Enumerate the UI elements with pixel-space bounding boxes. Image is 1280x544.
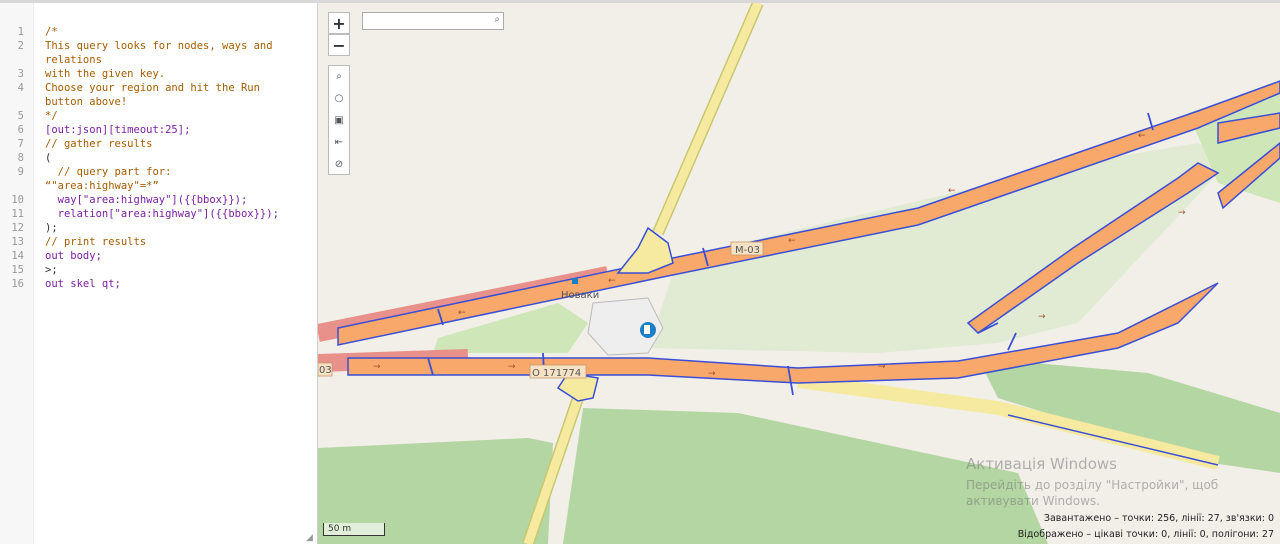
line-number: 16 bbox=[11, 278, 24, 290]
fit-bounds-icon[interactable]: ⇤ bbox=[329, 132, 349, 154]
query-editor[interactable]: 1 2 3 4 5 6 7 8 9 10 11 12 13 14 15 16 /* This query loo… bbox=[0, 3, 318, 544]
code-line[interactable]: This query looks for nodes, ways and bbox=[45, 39, 273, 53]
map-canvas[interactable]: ← ← ← ← ← → → → → → → M-03 03 O 171774 Н… bbox=[318, 3, 1280, 544]
locate-icon[interactable]: ○ bbox=[329, 88, 349, 110]
secondary-road-north-fill bbox=[653, 3, 763, 235]
bus-stop-label: Новаки bbox=[561, 290, 599, 301]
line-number: 10 bbox=[11, 194, 24, 206]
code-line[interactable]: button above! bbox=[45, 95, 127, 109]
line-number: 7 bbox=[17, 138, 24, 150]
line-number: 12 bbox=[11, 222, 24, 234]
line-number: 2 bbox=[17, 40, 24, 52]
zoom-out-button[interactable]: − bbox=[328, 34, 350, 56]
svg-text:←: ← bbox=[788, 236, 796, 246]
export-image-icon[interactable]: ▣ bbox=[329, 110, 349, 132]
forest-area-bottom-mid bbox=[563, 408, 1048, 544]
svg-text:←: ← bbox=[948, 186, 956, 196]
svg-text:→: → bbox=[373, 362, 381, 372]
code-line[interactable]: // gather results bbox=[45, 137, 152, 151]
line-gutter: 1 2 3 4 5 6 7 8 9 10 11 12 13 14 15 16 bbox=[0, 3, 34, 544]
map-toolbox: ⌕ ○ ▣ ⇤ ⊘ bbox=[328, 65, 350, 175]
code-line[interactable]: ); bbox=[45, 221, 58, 235]
code-line[interactable]: [out:json][timeout:25]; bbox=[45, 123, 190, 137]
line-number: 13 bbox=[11, 236, 24, 248]
line-number: 14 bbox=[11, 250, 24, 262]
code-line[interactable]: >; bbox=[45, 263, 58, 277]
line-number: 6 bbox=[17, 124, 24, 136]
svg-text:→: → bbox=[708, 369, 716, 379]
search-icon[interactable]: ⌕ bbox=[494, 14, 500, 25]
scale-bar: 50 m bbox=[323, 523, 385, 536]
svg-text:←: ← bbox=[458, 308, 466, 318]
code-line[interactable]: out body; bbox=[45, 249, 102, 263]
fuel-pump-glyph bbox=[644, 325, 650, 334]
code-line[interactable]: relation["area:highway"]({{bbox}}); bbox=[45, 207, 279, 221]
line-number: 3 bbox=[17, 68, 24, 80]
road-label-m03-left: 03 bbox=[319, 365, 332, 376]
road-label-m03: M-03 bbox=[735, 245, 760, 256]
svg-text:←: ← bbox=[608, 276, 616, 286]
code-line[interactable]: // print results bbox=[45, 235, 146, 249]
road-label-o171: O 171774 bbox=[532, 368, 581, 379]
code-line[interactable]: out skel qt; bbox=[45, 277, 121, 291]
code-line[interactable]: relations bbox=[45, 53, 102, 67]
map-view[interactable]: ← ← ← ← ← → → → → → → M-03 03 O 171774 Н… bbox=[318, 3, 1280, 544]
clear-icon[interactable]: ⊘ bbox=[329, 154, 349, 176]
code-line[interactable]: “"area:highway"=*” bbox=[45, 179, 159, 193]
line-number: 1 bbox=[17, 26, 24, 38]
windows-activation-text: Перейдіть до розділу "Настройки", щоб ак… bbox=[966, 478, 1219, 508]
status-shown: Відображено – цікаві точки: 0, лінії: 0,… bbox=[1017, 529, 1274, 540]
line-number: 5 bbox=[17, 110, 24, 122]
code-line[interactable]: // query part for: bbox=[45, 165, 172, 179]
line-number: 4 bbox=[17, 82, 24, 94]
interchange-north bbox=[616, 226, 674, 274]
code-line[interactable]: */ bbox=[45, 109, 58, 123]
line-number: 8 bbox=[17, 152, 24, 164]
line-number: 11 bbox=[11, 208, 24, 220]
code-line[interactable]: ( bbox=[45, 151, 51, 165]
code-line[interactable]: Choose your region and hit the Run bbox=[45, 81, 260, 95]
svg-text:→: → bbox=[1038, 312, 1046, 322]
svg-text:←: ← bbox=[1138, 131, 1146, 141]
line-number: 9 bbox=[17, 166, 24, 178]
zoom-in-button[interactable]: + bbox=[328, 12, 350, 34]
code-line[interactable]: /* bbox=[45, 25, 58, 39]
map-search-input[interactable]: ⌕ bbox=[362, 12, 504, 30]
svg-text:→: → bbox=[878, 362, 886, 372]
code-line[interactable]: with the given key. bbox=[45, 67, 165, 81]
svg-text:→: → bbox=[508, 362, 516, 372]
zoom-to-data-icon[interactable]: ⌕ bbox=[329, 66, 349, 88]
status-loaded: Завантажено – точки: 256, лінії: 27, зв'… bbox=[1043, 513, 1274, 524]
resize-handle-icon[interactable]: ◢ bbox=[306, 533, 313, 543]
windows-activation-title: Активація Windows bbox=[966, 455, 1117, 473]
svg-text:→: → bbox=[1178, 208, 1186, 218]
line-number: 15 bbox=[11, 264, 24, 276]
code-line[interactable]: way["area:highway"]({{bbox}}); bbox=[45, 193, 248, 207]
bus-stop-icon[interactable] bbox=[572, 278, 578, 284]
